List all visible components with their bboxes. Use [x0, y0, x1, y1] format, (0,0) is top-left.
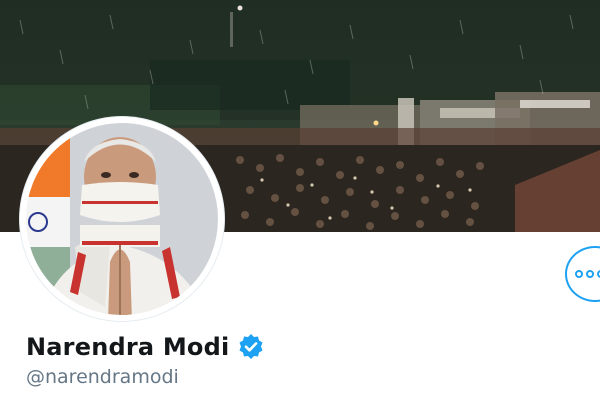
profile-name-row: Narendra Modi [26, 330, 265, 364]
profile-display-name: Narendra Modi [26, 333, 230, 361]
profile-handle: @narendramodi [26, 366, 179, 388]
profile-header: Narendra Modi @narendramodi [0, 0, 600, 400]
more-options-icon [575, 270, 600, 280]
verified-badge-icon [237, 333, 265, 361]
profile-avatar[interactable] [20, 117, 224, 321]
more-options-button[interactable] [565, 246, 600, 302]
